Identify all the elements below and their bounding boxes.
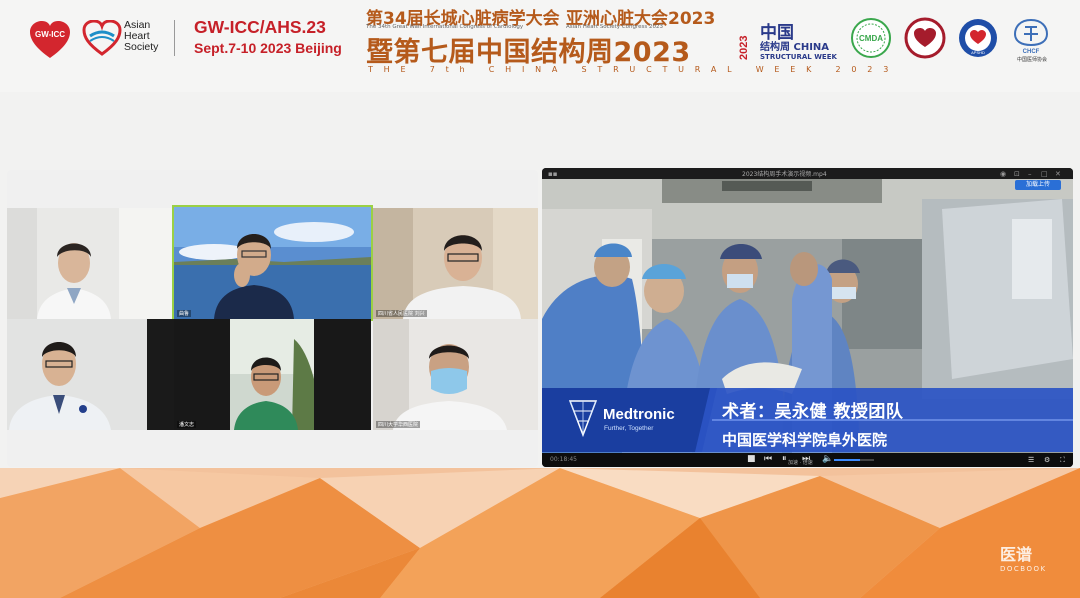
participant-6-video [373, 319, 538, 430]
ahs-heart-icon [82, 20, 122, 56]
participant-tile-2[interactable]: 曲鲁 [172, 205, 373, 321]
medtronic-brand: Medtronic [603, 406, 675, 423]
watermark-en: DOCBOOK [1000, 565, 1047, 573]
chcf-logo-icon: CHCF [1013, 18, 1049, 55]
congress-date: Sept.7-10 2023 Beijing [194, 40, 342, 56]
player-controls: 00:18:45 ■ ⏮ ⏸ ⏭ 🔈 加速 · 倍速 ☰ ⚙ ⛶ [542, 453, 1073, 467]
gwicc-logo-icon: GW-ICC [30, 21, 70, 58]
footer-decoration [0, 468, 1080, 598]
volume-slider[interactable] [834, 458, 874, 462]
docbook-watermark: 医谱 DOCBOOK [1000, 541, 1047, 573]
participant-4-video [7, 319, 174, 430]
ahs-society-name: Asian Heart Society [124, 19, 159, 53]
csw-year-badge: 2023 [738, 36, 750, 60]
en-event-title: THE 7th CHINA STRUCTURAL WEEK 2023 [368, 65, 900, 74]
close-icon[interactable]: ✕ [1055, 170, 1061, 178]
cn-event-title: 暨第七届中国结构周2023 [366, 37, 691, 68]
participant-2-video [174, 207, 371, 319]
participant-tile-5[interactable]: 潘文志 [174, 319, 371, 430]
medtronic-tagline: Further, Together [604, 425, 654, 432]
medtronic-valve-icon [568, 400, 598, 437]
minimize-icon[interactable]: – [1028, 170, 1032, 178]
svg-text:APSHD: APSHD [971, 50, 985, 55]
svg-text:CHCF: CHCF [1023, 49, 1040, 55]
lower-third-banner: Medtronic Further, Together 术者：吴永健 教授团队 … [542, 382, 1073, 452]
society-seal-icon [904, 17, 946, 59]
stop-icon[interactable]: ■ [747, 454, 756, 464]
participant-2-name: 曲鲁 [177, 310, 192, 317]
participant-5-name: 潘文志 [177, 421, 197, 428]
pin-icon[interactable]: ⊡ [1014, 170, 1020, 178]
participant-1-video [7, 208, 174, 319]
svg-text:CMDA: CMDA [859, 34, 883, 43]
maximize-icon[interactable]: □ [1041, 170, 1048, 178]
video-conference-panel: 曲鲁 四川省人民医院 刘兴 潘文志 四川大学华西医院 [7, 170, 538, 467]
apshd-logo-icon: APSHD [959, 19, 997, 57]
participant-tile-3[interactable]: 四川省人民医院 刘兴 [373, 208, 538, 319]
volume-icon[interactable]: 🔈 [822, 454, 833, 464]
svg-text:GW-ICC: GW-ICC [35, 30, 65, 39]
player-title: 2023结构周手术演示视频.mp4 [742, 171, 827, 178]
playback-time: 00:18:45 [550, 456, 577, 463]
chcf-cn-label: 中国医师协会 [1016, 57, 1047, 63]
participant-6-name: 四川大学华西医院 [376, 421, 421, 428]
participant-5-video [174, 319, 371, 430]
playback-speed[interactable]: 加速 · 倍速 [788, 459, 813, 466]
fullscreen-icon[interactable]: ⛶ [1060, 456, 1065, 465]
participant-3-video [373, 208, 538, 319]
participant-tile-6[interactable]: 四川大学华西医院 [373, 319, 538, 430]
share-button[interactable]: 加载上传 [1015, 180, 1061, 190]
player-menu-icon[interactable]: ▪▪ [548, 170, 558, 178]
settings-icon[interactable]: ⚙ [1044, 456, 1050, 464]
cmda-logo-icon: CMDA [851, 18, 891, 58]
player-titlebar: ▪▪ 2023结构周手术演示视频.mp4 ◉ ⊡ – □ ✕ [542, 168, 1073, 179]
video-player: ▪▪ 2023结构周手术演示视频.mp4 ◉ ⊡ – □ ✕ 加载上传 Medt… [542, 168, 1073, 467]
participant-3-name: 四川省人民医院 刘兴 [376, 310, 427, 317]
gamepad-icon[interactable]: ◉ [1000, 170, 1006, 178]
participant-tile-4[interactable] [7, 319, 174, 430]
surgeon-caption: 术者：吴永健 教授团队 [722, 402, 904, 422]
participant-tile-1[interactable] [7, 208, 174, 319]
playlist-icon[interactable]: ☰ [1028, 456, 1034, 464]
watermark-cn: 医谱 [1000, 545, 1033, 564]
csw-cn-subtitle: 结构周 CHINA [760, 42, 830, 53]
previous-icon[interactable]: ⏮ [764, 454, 772, 464]
header-banner: GW-ICC Asian Heart Society GW-ICC/AHS.23… [0, 0, 1080, 92]
header-divider [174, 20, 175, 56]
csw-en-title: STRUCTURAL WEEK [760, 53, 837, 61]
svg-text:2023: 2023 [738, 36, 750, 60]
congress-title: GW-ICC/AHS.23 [194, 17, 326, 37]
pause-icon[interactable]: ⏸ [782, 454, 787, 464]
hospital-caption: 中国医学科学院阜外医院 [722, 431, 888, 449]
